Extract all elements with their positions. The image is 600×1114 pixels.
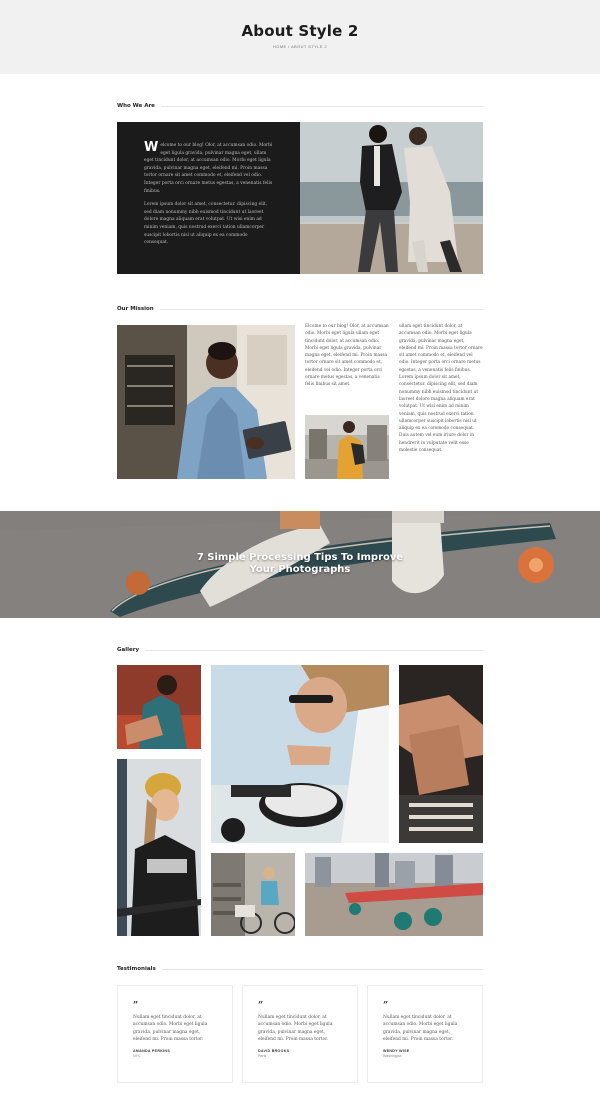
gallery-image-hands-rings <box>399 665 483 843</box>
breadcrumb-home-link[interactable]: HOME <box>273 44 287 49</box>
who-we-are-photo <box>300 122 483 274</box>
woman-with-tablet-image <box>117 325 295 479</box>
who-paragraph-2: Lorem ipsum dolor sit amet, consectetur.… <box>144 202 268 246</box>
women-walking-beach-image <box>300 122 483 274</box>
section-heading-who: Who We Are <box>117 102 483 112</box>
testimonial-location: Washington <box>383 1053 402 1058</box>
section-label-gallery: Gallery <box>117 646 146 654</box>
gallery-item[interactable] <box>117 759 201 936</box>
section-divider <box>117 106 483 107</box>
testimonial-location: Paris <box>258 1053 267 1058</box>
testimonial-location: NYC <box>133 1053 141 1058</box>
article-banner[interactable]: 7 Simple Processing Tips To Improve Your… <box>0 511 600 618</box>
testimonial-text: Nullam eget tincidunt dolor, at accumsan… <box>383 1015 458 1043</box>
testimonial-author: AMANDA PERKINS <box>133 1048 171 1053</box>
who-we-are-text-panel: Welcome to our blog! Olor, at accumsan o… <box>117 122 300 274</box>
testimonial-card: ” Nullam eget tincidunt dolor, at accums… <box>117 985 233 1083</box>
gallery-image-woman-scooter <box>211 665 389 843</box>
woman-in-yellow-image <box>305 415 389 479</box>
banner-title-line-2: Your Photographs <box>249 564 351 575</box>
page-header: About Style 2 HOME / ABOUT STYLE 2 <box>0 0 600 74</box>
gallery-item[interactable] <box>399 665 483 843</box>
testimonial-card: ” Nullam eget tincidunt dolor, at accums… <box>242 985 358 1083</box>
breadcrumb-current: ABOUT STYLE 2 <box>290 44 327 49</box>
testimonial-card: ” Nullam eget tincidunt dolor, at accums… <box>367 985 483 1083</box>
section-label-who: Who We Are <box>117 102 161 110</box>
gallery-item[interactable] <box>211 665 389 843</box>
testimonial-author: DAVID BROOKS <box>258 1048 290 1053</box>
mission-text-column-1: Elcome to our blog! Olor, at accumsan od… <box>305 324 389 388</box>
who-paragraph-1: Welcome to our blog! Olor, at accumsan o… <box>144 140 273 195</box>
testimonial-author: WENDY WISE <box>383 1048 410 1053</box>
section-divider <box>117 650 483 651</box>
section-heading-mission: Our Mission <box>117 305 483 315</box>
mission-text-column-2: ullam eget tincidunt dolor, at accumsan … <box>399 324 483 454</box>
gallery-image-laughing-woman <box>117 759 201 936</box>
section-label-mission: Our Mission <box>117 305 160 313</box>
gallery-item[interactable] <box>305 853 483 936</box>
breadcrumb: HOME / ABOUT STYLE 2 <box>0 44 600 49</box>
testimonial-text: Nullam eget tincidunt dolor, at accumsan… <box>133 1015 208 1043</box>
banner-title-line-1: 7 Simple Processing Tips To Improve <box>196 552 404 563</box>
section-divider <box>117 969 483 970</box>
gallery-item[interactable] <box>117 665 201 749</box>
page-title: About Style 2 <box>241 22 359 40</box>
mission-photo-small <box>305 415 389 479</box>
breadcrumb-separator: / <box>288 44 290 49</box>
gallery-image-woman-bicycle <box>211 853 295 936</box>
who-paragraph-1-text: elcome to our blog! Olor, at accumsan od… <box>144 143 273 194</box>
section-label-testimonials: Testimonials <box>117 965 162 973</box>
banner-title[interactable]: 7 Simple Processing Tips To Improve Your… <box>190 552 410 576</box>
mission-photo-main <box>117 325 295 479</box>
gallery-image-skateboard-city <box>305 853 483 936</box>
quote-icon: ” <box>383 1001 389 1011</box>
testimonial-text: Nullam eget tincidunt dolor, at accumsan… <box>258 1015 333 1043</box>
quote-icon: ” <box>133 1001 139 1011</box>
section-divider <box>117 309 483 310</box>
section-heading-testimonials: Testimonials <box>117 965 483 975</box>
drop-cap: W <box>144 140 159 155</box>
gallery-item[interactable] <box>211 853 295 936</box>
quote-icon: ” <box>258 1001 264 1011</box>
section-heading-gallery: Gallery <box>117 646 483 656</box>
gallery-image-tattooed-woman <box>117 665 201 749</box>
